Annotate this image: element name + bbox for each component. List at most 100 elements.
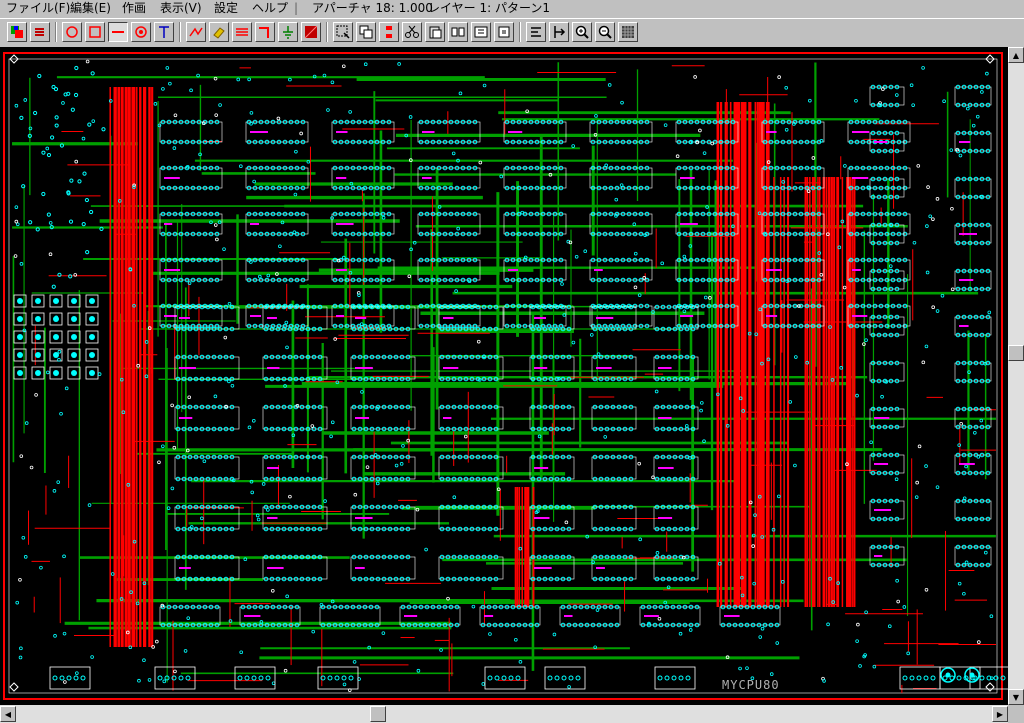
- grid-button[interactable]: [618, 22, 638, 42]
- text-button[interactable]: [154, 22, 174, 42]
- ref-marker: [422, 177, 432, 179]
- ref-marker: [596, 367, 612, 369]
- connector-pin: [341, 675, 347, 681]
- measure-button[interactable]: [549, 22, 569, 42]
- ref-marker: [874, 417, 890, 419]
- via: [745, 666, 749, 670]
- via: [758, 635, 763, 639]
- scroll-up-button[interactable]: ▲: [1008, 47, 1024, 63]
- via: [170, 486, 175, 491]
- menu-file[interactable]: ファイル(F): [6, 0, 70, 17]
- ref-marker: [355, 567, 365, 569]
- menu-edit[interactable]: 編集(E): [70, 0, 111, 17]
- ref-marker: [179, 367, 196, 369]
- via: [74, 65, 79, 71]
- via: [352, 660, 357, 664]
- rectangle-icon: [89, 26, 101, 38]
- frame-button[interactable]: [494, 22, 514, 42]
- via: [552, 632, 557, 637]
- horizontal-scrollbar[interactable]: ◀ ▶: [0, 705, 1008, 723]
- scroll-right-button[interactable]: ▶: [992, 706, 1008, 722]
- copy-button[interactable]: [356, 22, 376, 42]
- wire-button[interactable]: [186, 22, 206, 42]
- horizontal-scroll-thumb[interactable]: [370, 706, 386, 722]
- cut-button[interactable]: [402, 22, 422, 42]
- via: [53, 86, 59, 92]
- scroll-down-button[interactable]: ▼: [1008, 689, 1024, 705]
- connector-pin: [930, 675, 936, 681]
- menu-view[interactable]: 表示(V): [160, 0, 202, 17]
- connector-pin: [494, 675, 500, 681]
- via: [73, 92, 79, 98]
- via: [62, 631, 67, 636]
- fill-button[interactable]: [301, 22, 321, 42]
- via: [189, 88, 193, 93]
- ground-icon: [283, 26, 293, 39]
- pcb-layout[interactable]: [0, 47, 1008, 705]
- via: [75, 671, 79, 675]
- connector-pin: [53, 334, 59, 340]
- connector-pin: [487, 675, 493, 681]
- ref-marker: [508, 269, 519, 271]
- arrow-right-icon: ▶: [996, 709, 1004, 719]
- via: [397, 62, 401, 66]
- ground-button[interactable]: [278, 22, 298, 42]
- parallel-lines-button[interactable]: [232, 22, 252, 42]
- pad-button[interactable]: [131, 22, 151, 42]
- select-button[interactable]: [333, 22, 353, 42]
- via: [137, 678, 141, 683]
- menu-draw[interactable]: 作画: [122, 0, 146, 17]
- pcb-canvas[interactable]: MYCPU80: [0, 47, 1008, 705]
- via: [292, 230, 297, 235]
- via: [45, 146, 50, 151]
- via: [678, 631, 683, 636]
- connector-pin: [547, 675, 553, 681]
- via: [394, 463, 399, 468]
- scroll-left-button[interactable]: ◀: [0, 706, 16, 722]
- vertical-scroll-thumb[interactable]: [1008, 345, 1024, 361]
- menu-help[interactable]: ヘルプ: [252, 0, 288, 17]
- zoom-out-button[interactable]: [595, 22, 615, 42]
- ungroup-button[interactable]: [471, 22, 491, 42]
- via: [213, 394, 218, 399]
- ref-marker: [658, 367, 672, 369]
- circle-button[interactable]: [62, 22, 82, 42]
- via: [353, 492, 358, 497]
- via: [784, 86, 789, 90]
- align-button[interactable]: [526, 22, 546, 42]
- measure-icon: [554, 26, 566, 38]
- ic-silkscreen: [589, 121, 653, 143]
- ref-marker: [336, 223, 354, 225]
- refresh-button[interactable]: [30, 22, 50, 42]
- ref-marker: [852, 315, 868, 317]
- zoom-in-button[interactable]: [572, 22, 592, 42]
- paste-button[interactable]: [425, 22, 445, 42]
- group-button[interactable]: [448, 22, 468, 42]
- ref-marker: [336, 131, 348, 133]
- ref-marker: [644, 615, 659, 617]
- vertical-scrollbar[interactable]: ▲ ▼: [1008, 47, 1024, 705]
- via: [688, 628, 693, 632]
- layers-button[interactable]: [7, 22, 27, 42]
- via: [183, 649, 188, 653]
- connector-pin: [916, 675, 922, 681]
- connector-pin: [53, 298, 59, 304]
- move-button[interactable]: [379, 22, 399, 42]
- corner-button[interactable]: [255, 22, 275, 42]
- line-button[interactable]: [108, 22, 128, 42]
- connector-pin: [17, 370, 23, 376]
- via: [571, 144, 575, 148]
- via: [514, 637, 518, 642]
- via: [633, 251, 638, 256]
- eraser-button[interactable]: [209, 22, 229, 42]
- via: [215, 237, 219, 242]
- via: [249, 111, 254, 115]
- via: [574, 255, 579, 259]
- rectangle-button[interactable]: [85, 22, 105, 42]
- refresh-icon: [35, 28, 44, 36]
- zoom-in-icon: [575, 25, 589, 39]
- via: [214, 113, 219, 117]
- via: [14, 205, 19, 209]
- ic-silkscreen: [954, 178, 992, 198]
- menu-settings[interactable]: 設定: [214, 0, 238, 17]
